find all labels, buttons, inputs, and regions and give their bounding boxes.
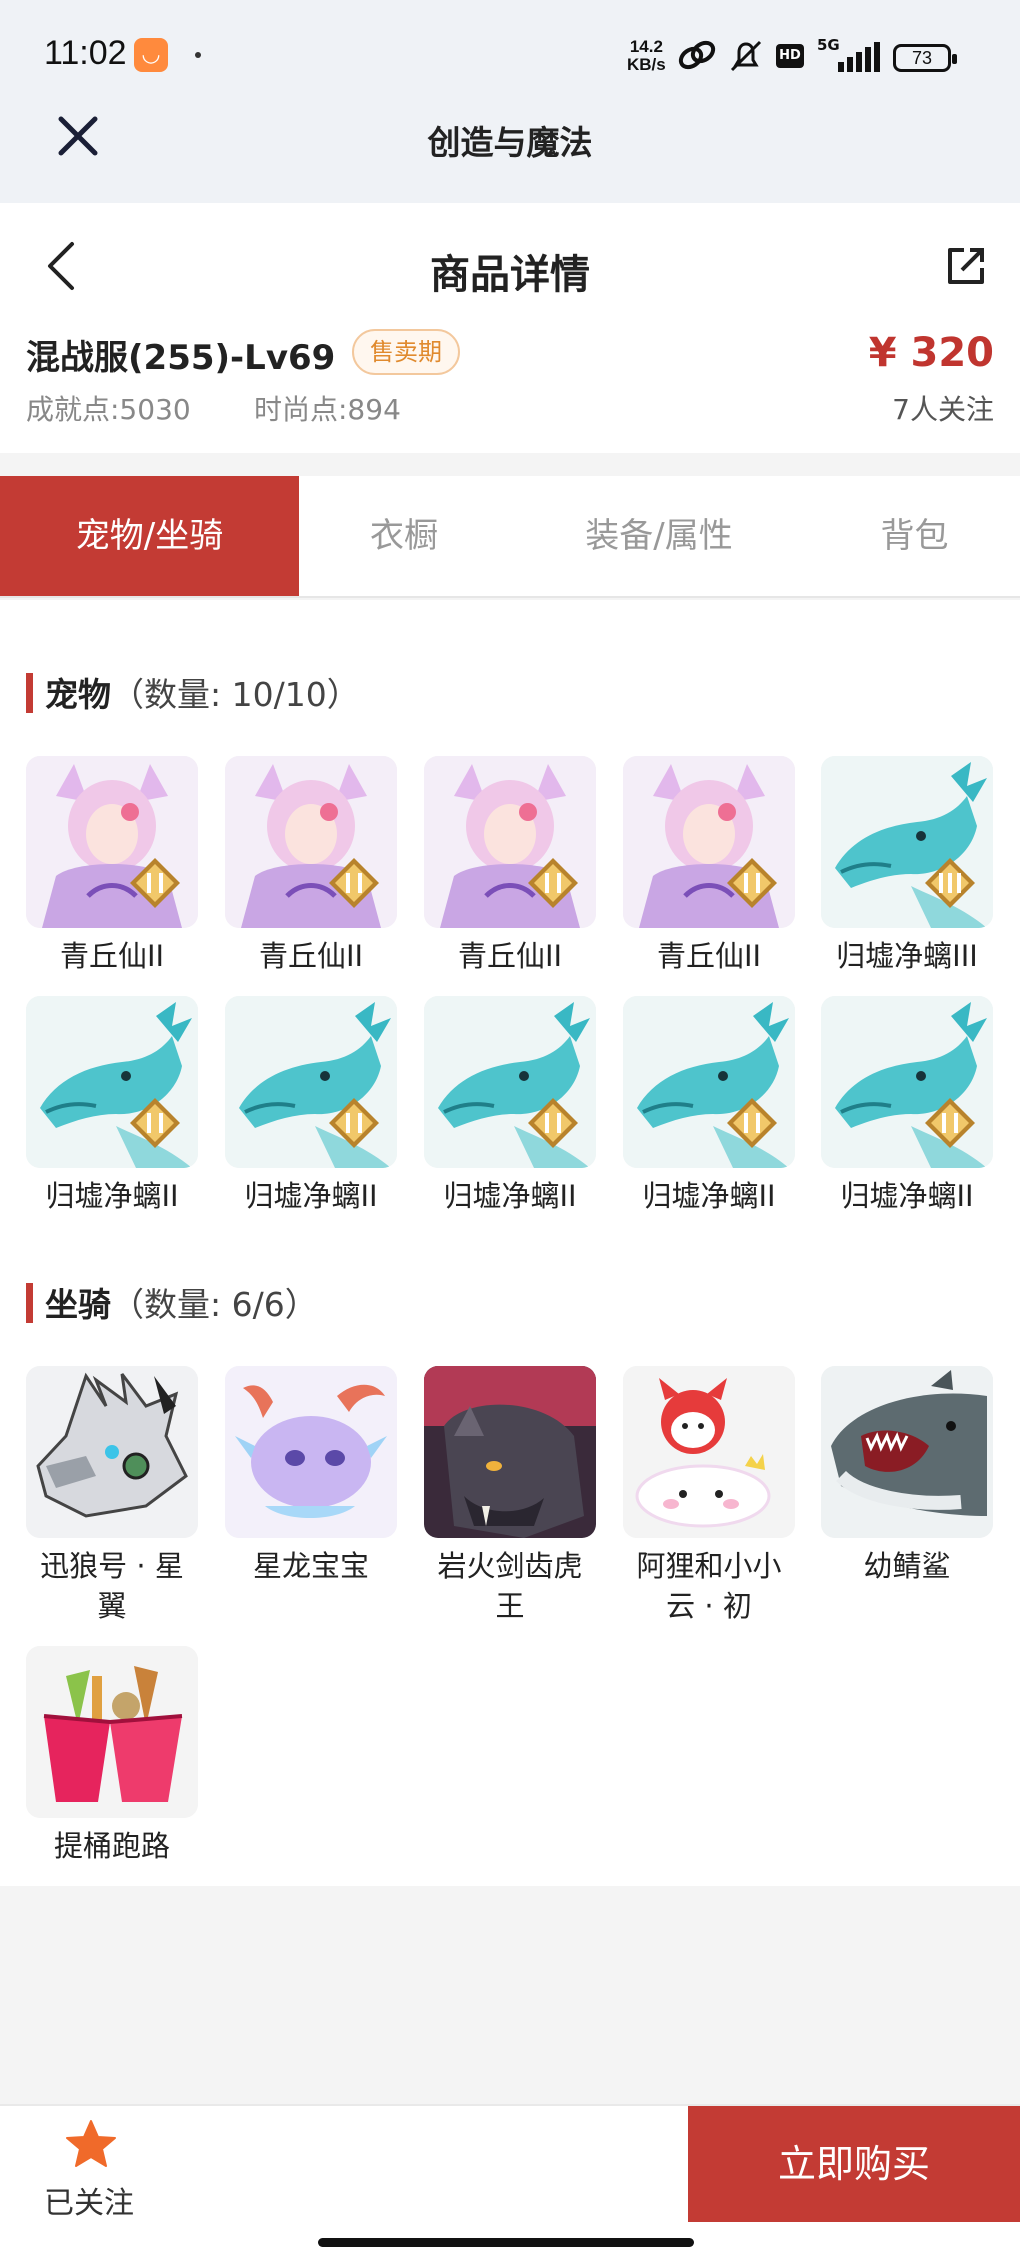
section-accent-bar	[26, 673, 33, 713]
pets-heading: 宠物	[45, 675, 111, 714]
dragon-image	[623, 996, 795, 1168]
fashion-points: 时尚点:894	[254, 393, 401, 426]
dragon-image	[26, 996, 198, 1168]
item-name: 混战服(255)-Lv69	[26, 338, 336, 378]
pet-name: 归墟净螭II	[840, 1179, 974, 1213]
buy-now-button[interactable]: 立即购买	[688, 2106, 1020, 2222]
home-indicator[interactable]	[318, 2238, 694, 2247]
mount-name: 岩火剑齿虎王	[437, 1549, 583, 1623]
pet-card[interactable]: 归墟净螭II	[225, 996, 397, 1216]
mount-card[interactable]: 阿狸和小小云 · 初	[623, 1366, 795, 1626]
mech-wolf-image	[26, 1366, 198, 1538]
net-speed-unit: KB/s	[627, 55, 666, 74]
pet-card[interactable]: 青丘仙II	[424, 756, 596, 976]
tier-ii-badge-icon	[528, 858, 578, 908]
follow-button-label[interactable]: 已关注	[44, 2178, 134, 2222]
tier-ii-badge-icon	[130, 1098, 180, 1148]
tier-ii-badge-icon	[727, 858, 777, 908]
fox-fairy-image	[225, 756, 397, 928]
item-price: ¥ 320	[868, 330, 994, 376]
tier-ii-badge-icon	[925, 1098, 975, 1148]
link-icon	[678, 40, 716, 70]
mount-card[interactable]: 幼鲭鲨	[821, 1366, 993, 1586]
bucket-image	[26, 1646, 198, 1818]
achievement-points: 成就点:5030	[26, 393, 191, 426]
mount-name: 幼鲭鲨	[863, 1549, 951, 1583]
pet-card[interactable]: 青丘仙II	[225, 756, 397, 976]
pet-name: 归墟净螭II	[443, 1179, 577, 1213]
pet-name: 归墟净螭II	[244, 1179, 378, 1213]
pet-name: 青丘仙II	[656, 939, 762, 973]
mounts-count: （数量: 6/6）	[111, 1285, 318, 1324]
pet-card[interactable]: 归墟净螭II	[623, 996, 795, 1216]
dragon-image	[821, 756, 993, 928]
shark-image	[821, 1366, 993, 1538]
signal-icon	[838, 42, 880, 72]
pet-card[interactable]: 归墟净螭II	[424, 996, 596, 1216]
pets-count: （数量: 10/10）	[111, 675, 360, 714]
follower-count: 7人关注	[892, 393, 994, 426]
pet-name: 青丘仙II	[258, 939, 364, 973]
hd-icon: HD	[776, 44, 804, 68]
tier-ii-badge-icon	[130, 858, 180, 908]
tab-backpack[interactable]: 背包	[809, 476, 1020, 596]
mount-card[interactable]: 星龙宝宝	[225, 1366, 397, 1586]
status-bar: 11:02 ◡ 14.2 KB/s HD 5G 73	[0, 0, 1020, 110]
mount-card[interactable]: 岩火剑齿虎王	[424, 1366, 596, 1626]
mount-name: 迅狼号 · 星翼	[40, 1549, 184, 1623]
tab-wardrobe[interactable]: 衣橱	[299, 476, 509, 596]
category-tabs: 宠物/坐骑 衣橱 装备/属性 背包	[0, 476, 1020, 598]
pet-card[interactable]: 归墟净螭III	[821, 756, 993, 976]
tier-iii-badge-icon	[925, 858, 975, 908]
fox-fairy-image	[26, 756, 198, 928]
network-speed: 14.2 KB/s	[627, 38, 666, 74]
mount-name: 阿狸和小小云 · 初	[636, 1549, 782, 1623]
network-type: 5G	[817, 36, 840, 54]
pet-name: 青丘仙II	[457, 939, 563, 973]
fox-fairy-image	[424, 756, 596, 928]
tab-pets-mounts[interactable]: 宠物/坐骑	[0, 476, 299, 596]
dragon-image	[424, 996, 596, 1168]
pets-section-title: 宠物（数量: 10/10）	[26, 668, 360, 716]
tier-ii-badge-icon	[329, 858, 379, 908]
fox-fairy-image	[623, 756, 795, 928]
pet-name: 青丘仙II	[59, 939, 165, 973]
pet-name: 归墟净螭II	[45, 1179, 179, 1213]
pet-card[interactable]: 青丘仙II	[623, 756, 795, 976]
tier-ii-badge-icon	[528, 1098, 578, 1148]
star-icon[interactable]	[64, 2118, 118, 2172]
pet-name: 归墟净螭II	[642, 1179, 776, 1213]
mount-card[interactable]: 提桶跑路	[26, 1646, 198, 1866]
tier-ii-badge-icon	[727, 1098, 777, 1148]
dragon-image	[225, 996, 397, 1168]
status-time: 11:02	[44, 34, 127, 72]
mounts-section-title: 坐骑（数量: 6/6）	[26, 1278, 318, 1326]
mount-name: 提桶跑路	[53, 1829, 170, 1863]
status-badge: 售卖期	[352, 329, 460, 375]
mount-card[interactable]: 迅狼号 · 星翼	[26, 1366, 198, 1626]
dragon-image	[821, 996, 993, 1168]
section-accent-bar	[26, 1283, 33, 1323]
mounts-heading: 坐骑	[45, 1285, 111, 1324]
sabertooth-image	[424, 1366, 596, 1538]
tab-equipment[interactable]: 装备/属性	[509, 476, 809, 596]
ali-cloud-image	[623, 1366, 795, 1538]
app-notification-icon: ◡	[134, 38, 168, 72]
share-icon[interactable]	[944, 244, 988, 288]
page-title: 商品详情	[430, 252, 590, 298]
pet-card[interactable]: 青丘仙II	[26, 756, 198, 976]
status-dot-icon	[195, 52, 201, 58]
pet-card[interactable]: 归墟净螭II	[26, 996, 198, 1216]
tier-ii-badge-icon	[329, 1098, 379, 1148]
pet-name: 归墟净螭III	[836, 939, 978, 973]
mute-bell-icon	[730, 40, 762, 72]
miniapp-title: 创造与魔法	[427, 123, 593, 162]
mount-name: 星龙宝宝	[252, 1549, 369, 1583]
pet-card[interactable]: 归墟净螭II	[821, 996, 993, 1216]
net-speed-value: 14.2	[629, 37, 663, 56]
battery-icon: 73	[893, 44, 957, 72]
star-dragon-baby-image	[225, 1366, 397, 1538]
